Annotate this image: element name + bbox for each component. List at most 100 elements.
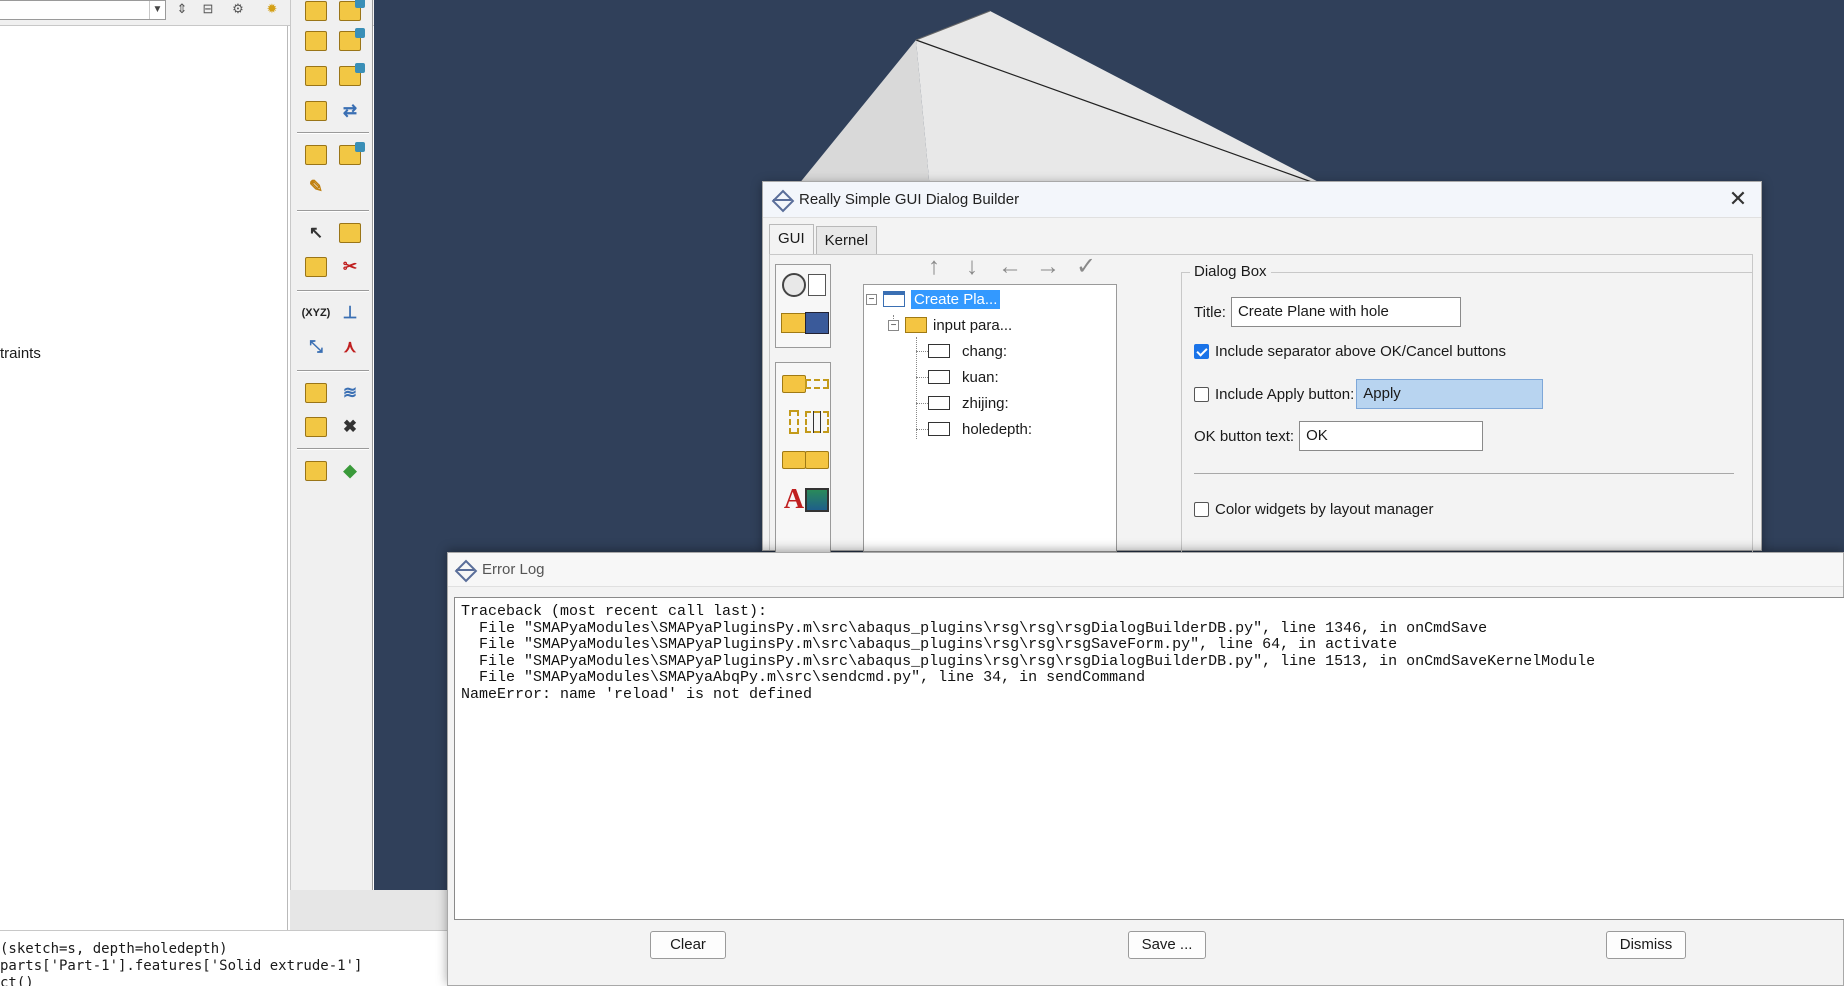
- apply-text-input[interactable]: Apply: [1356, 379, 1544, 409]
- tree-item-textfield[interactable]: holedepth:: [928, 417, 1032, 441]
- tree-line: [916, 429, 928, 430]
- dialog-box-group: Dialog Box Title: Create Plane with hole…: [1181, 263, 1753, 562]
- abaqus-app-icon: [773, 191, 791, 209]
- create-round-icon[interactable]: [301, 96, 331, 126]
- dismiss-button[interactable]: Dismiss: [1606, 931, 1686, 959]
- lightbulb-icon[interactable]: ✹: [262, 1, 282, 19]
- file-tools-palette: [775, 264, 831, 348]
- error-log-title: Error Log: [482, 561, 545, 578]
- tree-line: [916, 351, 928, 352]
- tab-item-icon[interactable]: [802, 445, 832, 475]
- check-icon[interactable]: ✓: [1073, 254, 1099, 280]
- include-separator-checkbox[interactable]: [1194, 344, 1209, 359]
- tree-line: [916, 337, 917, 439]
- toolbox-separator: [297, 290, 369, 292]
- rsg-titlebar[interactable]: Really Simple GUI Dialog Builder: [763, 182, 1761, 218]
- create-part-icon[interactable]: [301, 0, 331, 26]
- collapse-icon[interactable]: −: [866, 293, 877, 305]
- merge-part-icon[interactable]: ◆: [335, 456, 365, 486]
- color-widgets-row[interactable]: Color widgets by layout manager: [1194, 501, 1433, 518]
- tree-item-label: chang:: [962, 342, 1008, 360]
- create-cut-icon[interactable]: [301, 61, 331, 91]
- split-icon[interactable]: ✂: [335, 252, 365, 282]
- save-button[interactable]: Save ...: [1128, 931, 1206, 959]
- arrow-up-icon[interactable]: ↑: [921, 254, 947, 280]
- tree-item-dialog[interactable]: − Create Pla...: [866, 287, 1001, 311]
- graph-icon[interactable]: ≋: [335, 378, 365, 408]
- tree-item-textfield[interactable]: chang:: [928, 339, 1007, 363]
- text-field-icon: [928, 370, 950, 384]
- datum-csys-icon[interactable]: ⊥: [335, 298, 365, 328]
- tree-item-textfield[interactable]: kuan:: [928, 365, 999, 389]
- include-separator-row[interactable]: Include separator above OK/Cancel button…: [1194, 343, 1506, 360]
- part-manager-icon[interactable]: [335, 0, 365, 26]
- create-shell-icon[interactable]: [335, 26, 365, 56]
- text-field-icon: [928, 396, 950, 410]
- rsg-tabs: GUI Kernel: [769, 224, 879, 254]
- arrow-down-icon[interactable]: ↓: [959, 254, 985, 280]
- include-apply-row: Include Apply button: Apply: [1194, 379, 1544, 409]
- datum-point-icon[interactable]: (XYZ): [301, 298, 331, 328]
- ok-button-text-label: OK button text:: [1194, 427, 1295, 445]
- ok-button-text-input[interactable]: OK: [1299, 421, 1484, 451]
- tree-item-label: input para...: [933, 316, 1013, 334]
- tree-item-constraints[interactable]: traints: [0, 345, 41, 362]
- color-widgets-checkbox[interactable]: [1194, 502, 1209, 517]
- toolbox-separator: [297, 132, 369, 134]
- arrow-left-icon[interactable]: ←: [997, 254, 1023, 280]
- tree-item-label: zhijing:: [962, 394, 1009, 412]
- title-row: Title: Create Plane with hole: [1194, 297, 1461, 327]
- tree-line: [916, 377, 928, 378]
- tree-filter-icon[interactable]: ⚙: [228, 1, 248, 19]
- tree-collapse-icon[interactable]: ⊟: [198, 1, 218, 19]
- chevron-down-icon[interactable]: ▼: [149, 1, 165, 19]
- reference-point-icon[interactable]: [301, 378, 331, 408]
- include-apply-checkbox[interactable]: [1194, 386, 1209, 402]
- tree-item-label: Create Pla...: [911, 289, 1001, 309]
- tree-item-group[interactable]: − input para...: [888, 313, 1012, 337]
- partition-icon[interactable]: [301, 140, 331, 170]
- create-solid-extrude-icon[interactable]: [301, 26, 331, 56]
- scroll-updown-icon[interactable]: ⇕: [172, 1, 192, 19]
- query-icon[interactable]: ↖: [301, 218, 331, 248]
- arrow-right-icon[interactable]: →: [1035, 254, 1061, 280]
- tab-kernel[interactable]: Kernel: [815, 226, 878, 254]
- tree-item-textfield[interactable]: zhijing:: [928, 391, 1009, 415]
- datum-axis-icon[interactable]: ⤡: [301, 332, 331, 362]
- new-file-icon[interactable]: [802, 270, 832, 300]
- abaqus-app-icon: [456, 561, 474, 579]
- partition-edge-icon[interactable]: [335, 140, 365, 170]
- clear-button[interactable]: Clear: [650, 931, 726, 959]
- mirror-icon[interactable]: ⇄: [335, 96, 365, 126]
- virtual-topology-icon[interactable]: [301, 252, 331, 282]
- dialog-window-icon: [883, 291, 905, 307]
- widget-tree[interactable]: − Create Pla... − input para... chang: k…: [863, 284, 1117, 552]
- icon-widget-icon[interactable]: [802, 485, 832, 515]
- tree-move-buttons: ↑ ↓ ← → ✓: [921, 254, 1099, 280]
- copy-part-icon[interactable]: [301, 456, 331, 486]
- title-input[interactable]: Create Plane with hole: [1230, 297, 1461, 327]
- tree-line: [916, 403, 928, 404]
- repair-icon[interactable]: [335, 218, 365, 248]
- horizontal-frame-icon[interactable]: [802, 369, 832, 399]
- module-toolbox: ⇄ ✎ ↖ ✂ (XYZ) ⊥ ⤡ ⋏ ≋ ✖ ◆: [290, 0, 373, 890]
- message-line: ct(): [0, 975, 34, 986]
- error-log-text[interactable]: Traceback (most recent call last): File …: [454, 597, 1844, 920]
- error-log-titlebar[interactable]: Error Log: [448, 553, 1843, 587]
- tools-icon[interactable]: ✖: [335, 412, 365, 442]
- save-icon[interactable]: [802, 308, 832, 338]
- vertical-aligner-icon[interactable]: [802, 407, 832, 437]
- sketch-icon[interactable]: ✎: [301, 172, 331, 202]
- create-wire-icon[interactable]: [335, 61, 365, 91]
- group-label: Dialog Box: [1190, 263, 1271, 280]
- viewport-bottom-band: [290, 890, 450, 930]
- attribute-icon[interactable]: [301, 412, 331, 442]
- close-icon[interactable]: ✕: [1725, 188, 1751, 212]
- separator-line: [1194, 473, 1734, 474]
- collapse-icon[interactable]: −: [888, 319, 899, 331]
- model-tree-combo[interactable]: ▼: [0, 0, 166, 20]
- model-tree-panel: traints: [0, 0, 288, 930]
- tab-gui[interactable]: GUI: [769, 224, 814, 254]
- part-face-side: [794, 40, 930, 190]
- datum-plane-icon[interactable]: ⋏: [335, 332, 365, 362]
